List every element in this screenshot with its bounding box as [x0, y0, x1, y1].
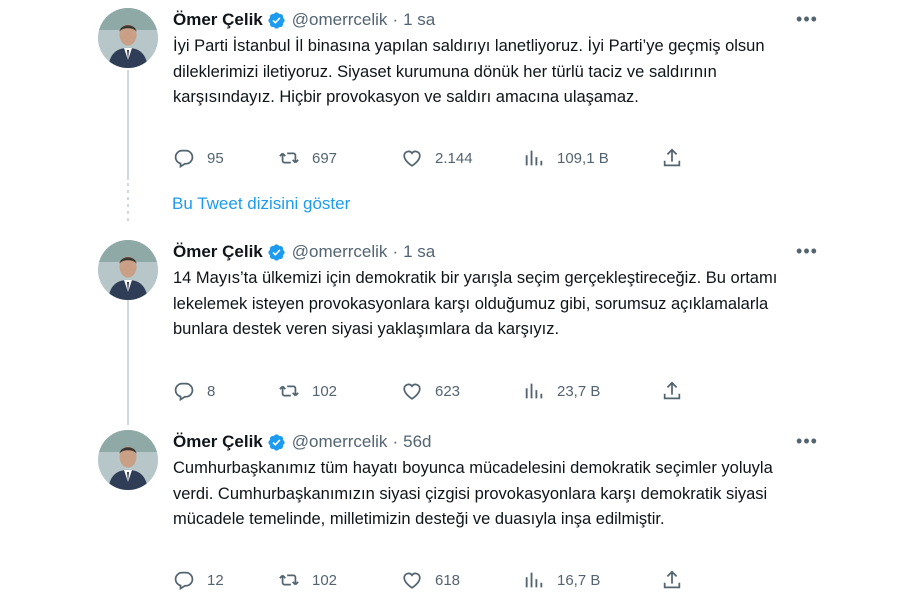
tweet-timestamp[interactable]: 1 sa [403, 10, 435, 30]
share-button[interactable] [661, 147, 683, 169]
reply-button[interactable]: 12 [173, 569, 278, 591]
views-icon [523, 569, 545, 591]
retweet-count: 697 [312, 149, 338, 167]
share-icon [661, 569, 683, 591]
author-handle[interactable]: @omerrcelik [292, 10, 388, 30]
retweet-icon [278, 380, 300, 402]
avatar[interactable] [98, 240, 158, 300]
like-icon [401, 147, 423, 169]
views-button[interactable]: 23,7 B [523, 380, 661, 402]
retweet-button[interactable]: 102 [278, 380, 401, 402]
author-name[interactable]: Ömer Çelik [173, 242, 263, 262]
tweet-text: 14 Mayıs’ta ülkemizi için demokratik bir… [173, 269, 778, 338]
reply-icon [173, 147, 195, 169]
retweet-icon [278, 147, 300, 169]
verified-badge-icon [267, 11, 286, 30]
tweet-actions: 95 697 2.144 109,1 B [173, 144, 703, 172]
tweet-header: Ömer Çelik @omerrcelik · 1 sa [173, 8, 435, 32]
share-icon [661, 380, 683, 402]
separator-dot: · [392, 432, 399, 451]
reply-button[interactable]: 8 [173, 380, 278, 402]
tweet[interactable]: Ömer Çelik @omerrcelik · 1 sa ••• İyi Pa… [98, 8, 817, 178]
thread-dotted-line [127, 183, 129, 223]
tweet-timestamp[interactable]: 1 sa [403, 242, 435, 262]
like-icon [401, 380, 423, 402]
views-count: 16,7 B [557, 571, 601, 589]
retweet-icon [278, 569, 300, 591]
tweet[interactable]: Ömer Çelik @omerrcelik · 56d ••• Cumhurb… [98, 430, 817, 595]
share-button[interactable] [661, 569, 683, 591]
share-icon [661, 147, 683, 169]
retweet-count: 102 [312, 382, 338, 400]
avatar[interactable] [98, 430, 158, 490]
verified-badge-icon [267, 433, 286, 452]
reply-icon [173, 380, 195, 402]
views-count: 23,7 B [557, 382, 601, 400]
views-count: 109,1 B [557, 149, 609, 167]
author-handle[interactable]: @omerrcelik [292, 242, 388, 262]
tweet-header: Ömer Çelik @omerrcelik · 56d [173, 430, 431, 454]
like-count: 623 [435, 382, 461, 400]
reply-count: 8 [207, 382, 216, 400]
like-button[interactable]: 2.144 [401, 147, 523, 169]
like-count: 2.144 [435, 149, 473, 167]
retweet-button[interactable]: 102 [278, 569, 401, 591]
tweet-actions: 12 102 618 16,7 B [173, 566, 703, 594]
share-button[interactable] [661, 380, 683, 402]
avatar[interactable] [98, 8, 158, 68]
separator-dot: · [392, 242, 399, 261]
show-thread-link[interactable]: Bu Tweet dizisini göster [172, 194, 350, 214]
retweet-count: 102 [312, 571, 338, 589]
views-icon [523, 380, 545, 402]
tweet-thread: Ömer Çelik @omerrcelik · 1 sa ••• İyi Pa… [0, 0, 900, 600]
like-button[interactable]: 618 [401, 569, 523, 591]
author-name[interactable]: Ömer Çelik [173, 432, 263, 452]
like-count: 618 [435, 571, 461, 589]
tweet-text: Cumhurbaşkanımız tüm hayatı boyunca müca… [173, 459, 773, 528]
reply-count: 95 [207, 149, 224, 167]
tweet-text: İyi Parti İstanbul İl binasına yapılan s… [173, 37, 765, 106]
more-options-icon[interactable]: ••• [792, 428, 822, 454]
like-button[interactable]: 623 [401, 380, 523, 402]
tweet-timestamp[interactable]: 56d [403, 432, 431, 452]
reply-count: 12 [207, 571, 224, 589]
separator-dot: · [392, 10, 399, 29]
tweet-actions: 8 102 623 23,7 B [173, 377, 703, 405]
reply-button[interactable]: 95 [173, 147, 278, 169]
views-button[interactable]: 109,1 B [523, 147, 661, 169]
views-button[interactable]: 16,7 B [523, 569, 661, 591]
tweet[interactable]: Ömer Çelik @omerrcelik · 1 sa ••• 14 May… [98, 240, 817, 415]
verified-badge-icon [267, 243, 286, 262]
views-icon [523, 147, 545, 169]
reply-icon [173, 569, 195, 591]
retweet-button[interactable]: 697 [278, 147, 401, 169]
more-options-icon[interactable]: ••• [792, 6, 822, 32]
more-options-icon[interactable]: ••• [792, 238, 822, 264]
tweet-header: Ömer Çelik @omerrcelik · 1 sa [173, 240, 435, 264]
like-icon [401, 569, 423, 591]
author-handle[interactable]: @omerrcelik [292, 432, 388, 452]
author-name[interactable]: Ömer Çelik [173, 10, 263, 30]
